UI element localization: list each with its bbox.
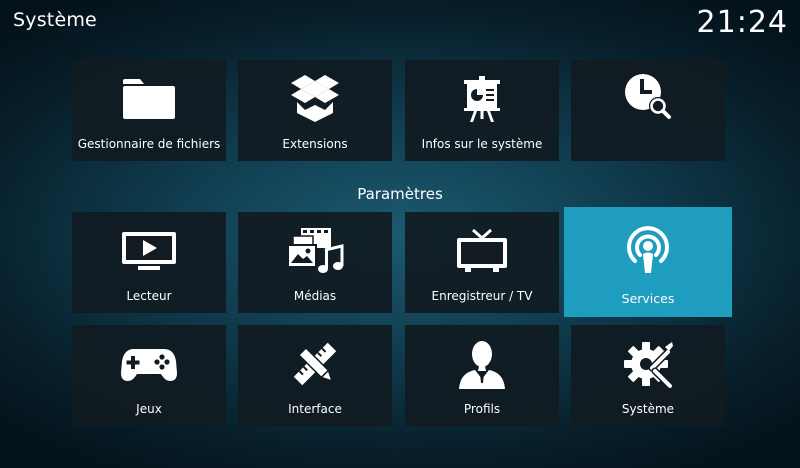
tile-system[interactable]: Système — [571, 325, 725, 426]
tile-label: Profils — [463, 402, 501, 416]
folder-icon — [123, 79, 175, 119]
tile-recorder-tv[interactable]: Enregistreur / TV — [405, 212, 559, 313]
tile-system-info[interactable]: Infos sur le système — [405, 60, 559, 161]
gamepad-icon — [121, 349, 177, 381]
gear-tools-icon — [624, 342, 674, 390]
tile-label: Interface — [288, 402, 342, 416]
tile-label: Extensions — [282, 137, 348, 151]
clock: 21:24 — [696, 5, 788, 40]
tile-label: Infos sur le système — [421, 137, 543, 151]
tile-label: Services — [621, 291, 675, 306]
clock-search-icon — [625, 74, 671, 119]
section-title: Paramètres — [357, 185, 443, 203]
tile-label: Jeux — [136, 402, 162, 416]
tile-label: Système — [621, 402, 675, 416]
tile-label: Médias — [293, 289, 337, 303]
window-title: Système — [13, 9, 97, 31]
podcast-icon — [627, 226, 669, 273]
tile-label: Lecteur — [126, 289, 172, 303]
tile-media[interactable]: Médias — [238, 212, 392, 313]
tile-extensions[interactable]: Extensions — [238, 60, 392, 161]
tv-icon — [457, 228, 507, 272]
tile-interface[interactable]: Interface — [238, 325, 392, 426]
tile-label: Enregistreur / TV — [431, 289, 533, 303]
media-library-icon — [287, 228, 344, 273]
tile-player[interactable]: Lecteur — [72, 212, 226, 313]
pencil-ruler-icon — [293, 342, 337, 386]
tile-label: Gestionnaire de fichiers — [77, 137, 221, 151]
package-icon — [291, 75, 339, 122]
tile-profiles[interactable]: Profils — [405, 325, 559, 426]
user-profile-icon — [459, 341, 505, 389]
presentation-board-icon — [464, 76, 500, 122]
play-monitor-icon — [122, 232, 176, 270]
tile-games[interactable]: Jeux — [72, 325, 226, 426]
tile-file-manager[interactable]: Gestionnaire de fichiers — [72, 60, 226, 161]
tile-services[interactable]: Services — [564, 207, 732, 317]
tile-event-log[interactable] — [571, 60, 725, 161]
